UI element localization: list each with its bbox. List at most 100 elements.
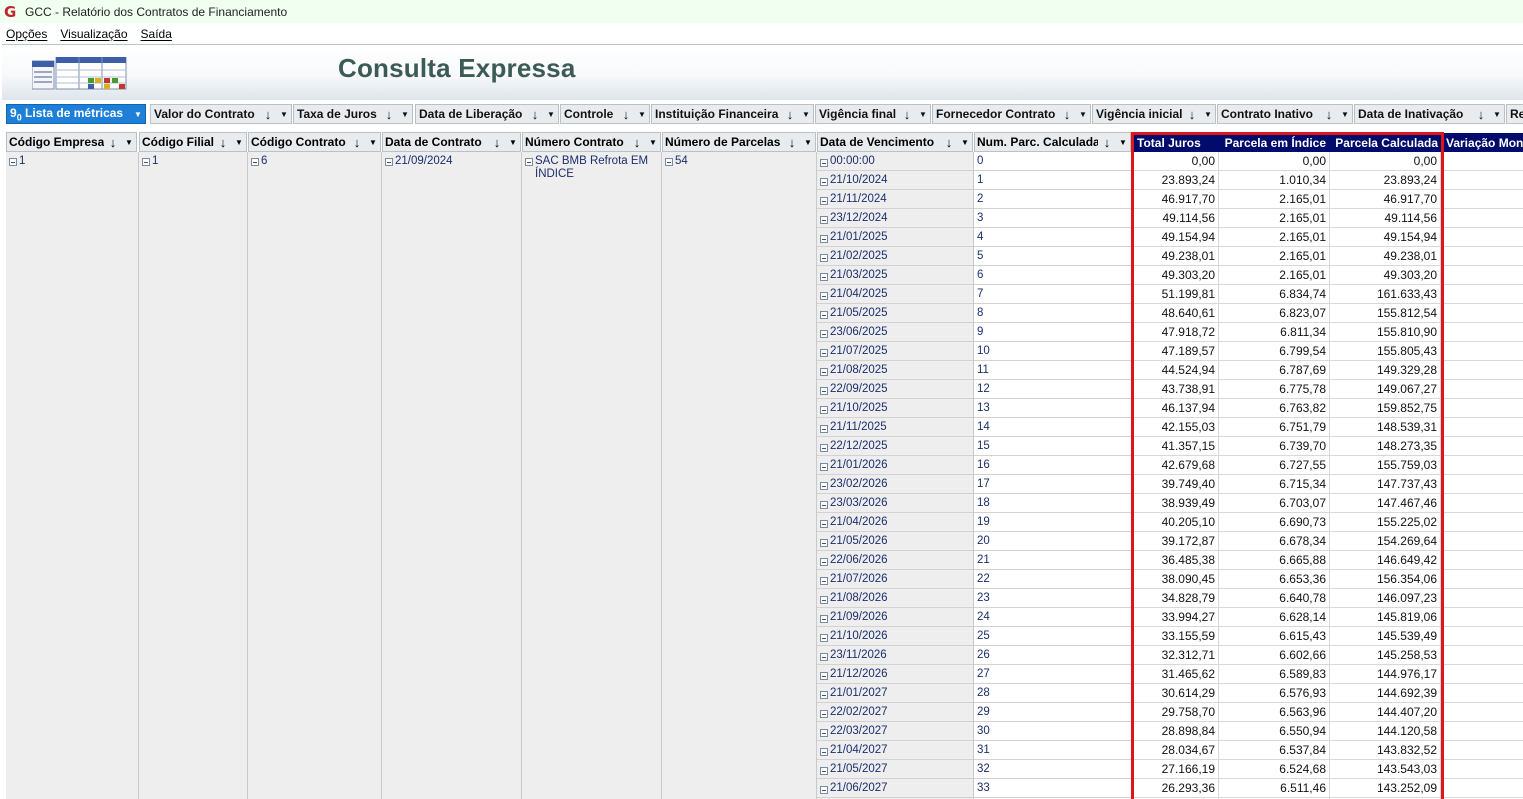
collapse-icon[interactable]: [820, 367, 828, 376]
sort-arrow-icon[interactable]: ↓: [1098, 135, 1116, 150]
chevron-down-icon[interactable]: ▼: [646, 138, 660, 147]
chevron-down-icon[interactable]: ▼: [122, 138, 136, 147]
chevron-down-icon[interactable]: ▼: [131, 110, 145, 119]
sort-arrow-icon[interactable]: ↓: [783, 135, 801, 150]
chevron-down-icon[interactable]: ▼: [277, 110, 291, 119]
sort-arrow-icon[interactable]: ↓: [259, 107, 277, 122]
collapse-icon[interactable]: [820, 310, 828, 319]
menu-opcoes[interactable]: Opções: [6, 27, 47, 41]
collapse-icon[interactable]: [820, 709, 828, 718]
filter-valor-contrato[interactable]: Valor do Contrato ↓ ▼: [150, 104, 292, 124]
collapse-icon[interactable]: [820, 386, 828, 395]
chevron-down-icon[interactable]: ▼: [801, 138, 815, 147]
col-codigo-empresa[interactable]: Código Empresa ↓ ▼: [6, 132, 137, 152]
chevron-down-icon[interactable]: ▼: [1076, 110, 1090, 119]
chevron-down-icon[interactable]: ▼: [1338, 110, 1352, 119]
collapse-icon[interactable]: [820, 576, 828, 585]
filter-controle[interactable]: Controle ↓ ▼: [560, 104, 650, 124]
collapse-icon[interactable]: [820, 766, 828, 775]
chevron-down-icon[interactable]: ▼: [635, 110, 649, 119]
chevron-down-icon[interactable]: ▼: [1490, 110, 1504, 119]
collapse-icon[interactable]: [820, 500, 828, 509]
collapse-icon[interactable]: [665, 158, 673, 166]
sort-arrow-icon[interactable]: ↓: [1058, 107, 1076, 122]
metrics-list-chip[interactable]: 90 Lista de métricas ▼: [6, 104, 146, 124]
sort-arrow-icon[interactable]: ↓: [214, 135, 232, 150]
collapse-icon[interactable]: [820, 462, 828, 471]
collapse-icon[interactable]: [820, 424, 828, 433]
filter-data-inativacao[interactable]: Data de Inativação ↓ ▼: [1354, 104, 1505, 124]
collapse-icon[interactable]: [820, 272, 828, 281]
collapse-icon[interactable]: [385, 158, 393, 166]
sort-arrow-icon[interactable]: ↓: [348, 135, 366, 150]
filter-fornecedor-contrato[interactable]: Fornecedor Contrato ↓ ▼: [932, 104, 1091, 124]
collapse-icon[interactable]: [820, 652, 828, 661]
metric-header-parcela-indice[interactable]: Parcela em Índice: [1218, 133, 1329, 152]
chevron-down-icon[interactable]: ▼: [1201, 110, 1215, 119]
collapse-icon[interactable]: [820, 595, 828, 604]
collapse-icon[interactable]: [820, 348, 828, 357]
sort-arrow-icon[interactable]: ↓: [1183, 107, 1201, 122]
chevron-down-icon[interactable]: ▼: [1116, 138, 1130, 147]
chevron-down-icon[interactable]: ▼: [958, 138, 972, 147]
collapse-icon[interactable]: [820, 481, 828, 490]
collapse-icon[interactable]: [251, 158, 259, 166]
collapse-icon[interactable]: [525, 158, 533, 166]
metric-header-parcela-calculada[interactable]: Parcela Calculada: [1329, 133, 1441, 152]
collapse-icon[interactable]: [820, 405, 828, 414]
collapse-icon[interactable]: [820, 196, 828, 205]
filter-instituicao-financeira[interactable]: Instituição Financeira ↓ ▼: [651, 104, 814, 124]
sort-arrow-icon[interactable]: ↓: [488, 135, 506, 150]
collapse-icon[interactable]: [9, 158, 17, 166]
filter-truncated[interactable]: Re: [1506, 104, 1523, 124]
sort-arrow-icon[interactable]: ↓: [781, 107, 799, 122]
sort-arrow-icon[interactable]: ↓: [104, 135, 122, 150]
metric-header-total-juros[interactable]: Total Juros: [1134, 133, 1218, 152]
collapse-icon[interactable]: [820, 519, 828, 528]
filter-contrato-inativo[interactable]: Contrato Inativo ↓ ▼: [1217, 104, 1353, 124]
col-numero-parcelas[interactable]: Número de Parcelas ↓ ▼: [662, 132, 816, 152]
sort-arrow-icon[interactable]: ↓: [1472, 107, 1490, 122]
collapse-icon[interactable]: [820, 557, 828, 566]
chevron-down-icon[interactable]: ▼: [916, 110, 930, 119]
col-codigo-contrato[interactable]: Código Contrato ↓ ▼: [248, 132, 381, 152]
sort-arrow-icon[interactable]: ↓: [628, 135, 646, 150]
collapse-icon[interactable]: [820, 177, 828, 186]
collapse-icon[interactable]: [820, 690, 828, 699]
col-numero-contrato[interactable]: Número Contrato ↓ ▼: [522, 132, 661, 152]
filter-vigencia-inicial[interactable]: Vigência inicial ↓ ▼: [1092, 104, 1216, 124]
chevron-down-icon[interactable]: ▼: [799, 110, 813, 119]
collapse-icon[interactable]: [820, 443, 828, 452]
menu-visualizacao[interactable]: Visualização: [60, 27, 127, 41]
col-codigo-filial[interactable]: Código Filial ↓ ▼: [139, 132, 247, 152]
collapse-icon[interactable]: [820, 633, 828, 642]
collapse-icon[interactable]: [820, 215, 828, 224]
sort-arrow-icon[interactable]: ↓: [898, 107, 916, 122]
sort-arrow-icon[interactable]: ↓: [940, 135, 958, 150]
chevron-down-icon[interactable]: ▼: [398, 110, 412, 119]
col-num-parc-calculada[interactable]: Num. Parc. Calculada ↓ ▼: [974, 132, 1131, 152]
sort-arrow-icon[interactable]: ↓: [526, 107, 544, 122]
chevron-down-icon[interactable]: ▼: [366, 138, 380, 147]
collapse-icon[interactable]: [820, 728, 828, 737]
filter-vigencia-final[interactable]: Vigência final ↓ ▼: [815, 104, 931, 124]
chevron-down-icon[interactable]: ▼: [506, 138, 520, 147]
collapse-icon[interactable]: [820, 329, 828, 338]
sort-arrow-icon[interactable]: ↓: [617, 107, 635, 122]
collapse-icon[interactable]: [820, 158, 828, 167]
collapse-icon[interactable]: [820, 253, 828, 262]
collapse-icon[interactable]: [820, 291, 828, 300]
collapse-icon[interactable]: [820, 234, 828, 243]
chevron-down-icon[interactable]: ▼: [232, 138, 246, 147]
collapse-icon[interactable]: [142, 158, 150, 166]
collapse-icon[interactable]: [820, 614, 828, 623]
chevron-down-icon[interactable]: ▼: [544, 110, 558, 119]
filter-taxa-juros[interactable]: Taxa de Juros ↓ ▼: [293, 104, 413, 124]
col-data-vencimento[interactable]: Data de Vencimento ↓ ▼: [817, 132, 973, 152]
collapse-icon[interactable]: [820, 747, 828, 756]
sort-arrow-icon[interactable]: ↓: [380, 107, 398, 122]
collapse-icon[interactable]: [820, 538, 828, 547]
collapse-icon[interactable]: [820, 785, 828, 794]
metric-header-variacao-mon[interactable]: Variação Mon: [1444, 133, 1523, 152]
collapse-icon[interactable]: [820, 671, 828, 680]
